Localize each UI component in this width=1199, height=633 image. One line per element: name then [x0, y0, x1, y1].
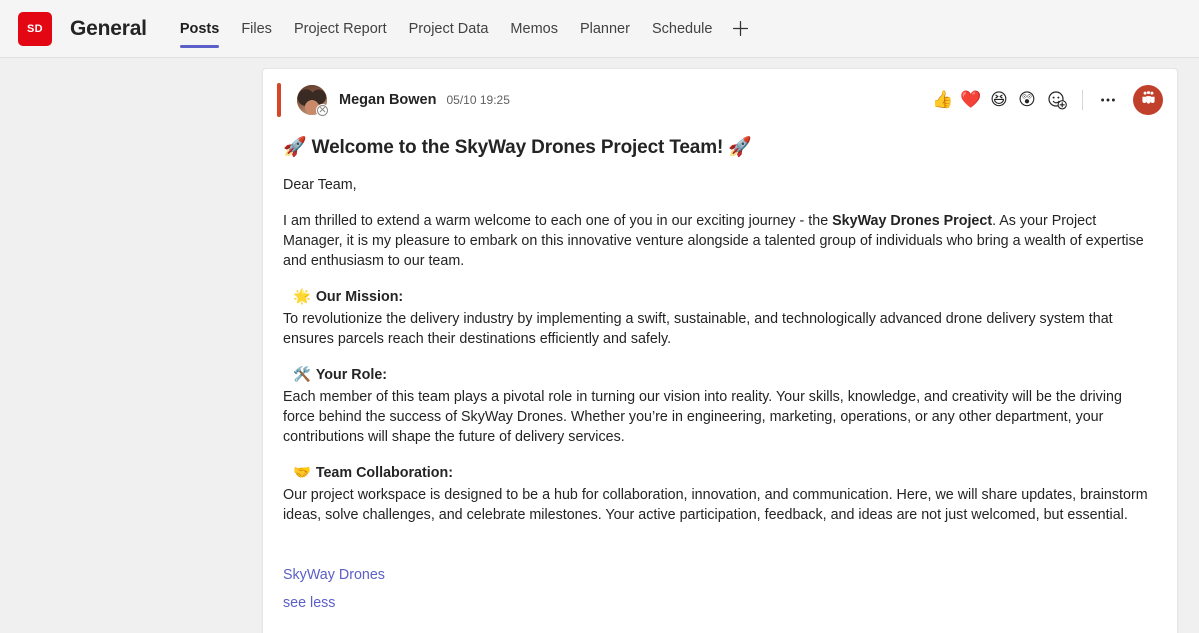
link-spacer: [283, 541, 1157, 563]
plus-icon: [731, 19, 750, 38]
section-heading-role: 🛠️ Your Role:: [293, 365, 1157, 385]
post-header: Megan Bowen 05/10 19:25 👍 ❤️ 😆 😲: [263, 69, 1177, 125]
tab-project-report[interactable]: Project Report: [283, 0, 398, 58]
tab-project-data[interactable]: Project Data: [398, 0, 500, 58]
tab-planner[interactable]: Planner: [569, 0, 641, 58]
section-body-collaboration: Our project workspace is designed to be …: [283, 487, 1148, 523]
laugh-reaction-icon[interactable]: 😆: [988, 89, 1010, 111]
star-icon: 🌟: [293, 289, 311, 305]
tab-posts[interactable]: Posts: [169, 0, 231, 58]
rocket-icon-left: 🚀: [283, 136, 307, 158]
tab-label: Memos: [510, 20, 558, 37]
post-body: 🚀 Welcome to the SkyWay Drones Project T…: [263, 125, 1177, 633]
importance-accent-bar: [277, 83, 281, 117]
surprised-reaction-icon[interactable]: 😲: [1016, 89, 1038, 111]
teams-people-icon-button[interactable]: [1133, 85, 1163, 115]
tab-label: Posts: [179, 20, 220, 37]
heart-reaction-icon[interactable]: ❤️: [960, 89, 982, 111]
intro-bold-project-name: SkyWay Drones Project: [832, 213, 993, 229]
section-heading-text: Your Role:: [315, 367, 388, 383]
post-card: Megan Bowen 05/10 19:25 👍 ❤️ 😆 😲 🚀 Welco…: [262, 68, 1178, 633]
section-heading-mission: 🌟 Our Mission:: [293, 287, 1157, 307]
greeting-text: Dear Team,: [283, 177, 357, 193]
channel-header: SD General Posts Files Project Report Pr…: [0, 0, 1199, 58]
section-heading-text: Our Mission:: [315, 289, 404, 305]
posts-content-area: Megan Bowen 05/10 19:25 👍 ❤️ 😆 😲 🚀 Welco…: [0, 58, 1199, 633]
post-author-name: Megan Bowen: [339, 92, 437, 108]
tab-label: Project Report: [293, 20, 387, 37]
tab-label: Planner: [579, 20, 630, 37]
tab-memos[interactable]: Memos: [499, 0, 569, 58]
see-less-link[interactable]: see less: [283, 593, 1157, 613]
tab-schedule[interactable]: Schedule: [641, 0, 723, 58]
post-title-text: Welcome to the SkyWay Drones Project Tea…: [311, 137, 724, 158]
tab-label: Files: [241, 20, 272, 37]
team-avatar[interactable]: SD: [18, 11, 52, 46]
post-timestamp: 05/10 19:25: [446, 93, 510, 107]
tab-files[interactable]: Files: [230, 0, 283, 58]
tools-icon: 🛠️: [293, 367, 311, 383]
page-title: General: [70, 16, 147, 40]
channel-tabstrip: Posts Files Project Report Project Data …: [169, 0, 758, 58]
skyway-drones-link[interactable]: SkyWay Drones: [283, 565, 1157, 585]
presence-badge-do-not-disturb: [316, 104, 329, 117]
section-heading-collaboration: 🤝 Team Collaboration:: [293, 463, 1157, 483]
more-options-icon[interactable]: [1095, 87, 1121, 113]
intro-paragraph: I am thrilled to extend a warm welcome t…: [283, 211, 1157, 271]
tab-label: Project Data: [408, 20, 489, 37]
section-heading-text: Team Collaboration:: [315, 465, 453, 481]
avatar[interactable]: [297, 85, 329, 117]
tab-label: Schedule: [651, 20, 713, 37]
add-tab-button[interactable]: [723, 0, 757, 58]
rocket-icon-right: 🚀: [728, 136, 752, 158]
reaction-bar: 👍 ❤️ 😆 😲: [932, 87, 1121, 113]
post-title: 🚀 Welcome to the SkyWay Drones Project T…: [283, 135, 1157, 159]
add-reaction-icon[interactable]: [1044, 87, 1070, 113]
thumbs-up-reaction-icon[interactable]: 👍: [932, 89, 954, 111]
intro-before: I am thrilled to extend a warm welcome t…: [283, 213, 833, 229]
toolbar-divider: [1082, 90, 1083, 110]
section-body-mission: To revolutionize the delivery industry b…: [283, 311, 1113, 347]
handshake-icon: 🤝: [293, 465, 311, 481]
section-body-role: Each member of this team plays a pivotal…: [283, 389, 1122, 445]
teams-people-icon: [1139, 88, 1158, 112]
